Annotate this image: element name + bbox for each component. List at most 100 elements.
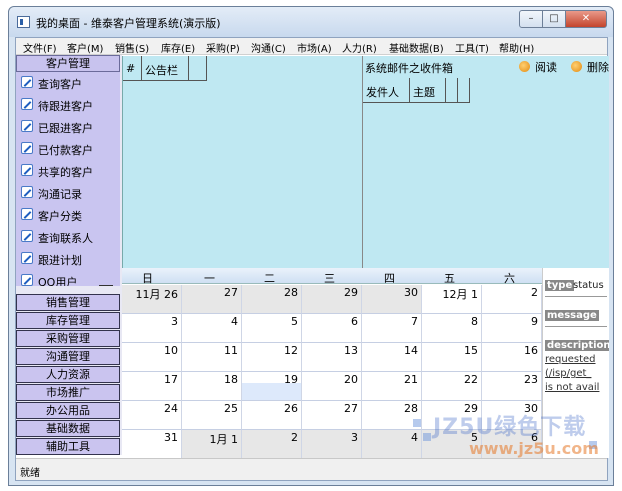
title-bar[interactable]: 我的桌面 - 维泰客户管理系统(演示版) – □ ✕ <box>9 7 613 37</box>
scroll-down-icon[interactable]: ▼ <box>99 285 113 286</box>
nav-category-tools[interactable]: 辅助工具 <box>16 438 120 455</box>
nav-category-office[interactable]: 办公用品 <box>16 402 120 419</box>
menu-hr[interactable]: 人力(R) <box>342 40 377 55</box>
mail-col-empty-2[interactable] <box>458 78 470 103</box>
nav-item-query-customer[interactable]: 查询客户 <box>16 72 120 92</box>
menu-help[interactable]: 帮助(H) <box>499 40 534 55</box>
calendar-day-cell[interactable]: 24 <box>122 401 182 430</box>
menu-file[interactable]: 文件(F) <box>23 40 57 55</box>
nav-item-followed[interactable]: 已跟进客户 <box>16 116 120 136</box>
read-button[interactable]: 阅读 <box>535 59 557 75</box>
menu-tools[interactable]: 工具(T) <box>455 40 489 55</box>
calendar-day-cell[interactable]: 12 <box>242 343 302 372</box>
calendar-day-cell[interactable]: 27 <box>302 401 362 430</box>
calendar-day-number: 11 <box>224 344 238 357</box>
menu-sales[interactable]: 销售(S) <box>115 40 149 55</box>
calendar-day-cell[interactable]: 5 <box>242 314 302 343</box>
menu-market[interactable]: 市场(A) <box>297 40 332 55</box>
calendar-day-cell[interactable]: 3 <box>122 314 182 343</box>
menu-base-data[interactable]: 基础数据(B) <box>389 40 444 55</box>
calendar-day-cell[interactable]: 23 <box>482 372 542 401</box>
calendar-day-cell[interactable]: 10 <box>122 343 182 372</box>
calendar-day-cell[interactable]: 16 <box>482 343 542 372</box>
menu-purchase[interactable]: 采购(P) <box>206 40 240 55</box>
calendar-day-number: 27 <box>344 402 358 415</box>
calendar-day-cell[interactable]: 29 <box>422 401 482 430</box>
calendar-day-cell[interactable]: 4 <box>362 430 422 459</box>
delete-icon[interactable] <box>571 61 582 72</box>
read-icon[interactable] <box>519 61 530 72</box>
calendar-day-cell[interactable]: 30 <box>362 285 422 314</box>
calendar-day-cell[interactable]: 11月 26 <box>122 285 182 314</box>
nav-category-purchase[interactable]: 采购管理 <box>16 330 120 347</box>
calendar-day-cell[interactable]: 1月 1 <box>182 430 242 459</box>
calendar-day-cell[interactable]: 19 <box>242 372 302 401</box>
calendar-day-number: 3 <box>171 315 178 328</box>
calendar-day-cell[interactable]: 31 <box>122 430 182 459</box>
notice-col-empty[interactable] <box>189 56 207 81</box>
calendar-day-cell[interactable]: 5 <box>422 430 482 459</box>
calendar-day-cell[interactable]: 18 <box>182 372 242 401</box>
nav-item-customer-category[interactable]: 客户分类 <box>16 204 120 224</box>
nav-item-pending-follow[interactable]: 待跟进客户 <box>16 94 120 114</box>
close-button[interactable]: ✕ <box>565 10 607 28</box>
calendar-day-cell[interactable]: 25 <box>182 401 242 430</box>
maximize-button[interactable]: □ <box>542 10 566 28</box>
calendar-day-cell[interactable]: 3 <box>302 430 362 459</box>
nav-category-inventory[interactable]: 库存管理 <box>16 312 120 329</box>
calendar-day-cell[interactable]: 17 <box>122 372 182 401</box>
calendar-day-cell[interactable]: 12月 1 <box>422 285 482 314</box>
calendar-day-cell[interactable]: 4 <box>182 314 242 343</box>
nav-category-hr[interactable]: 人力资源 <box>16 366 120 383</box>
calendar-day-cell[interactable]: 27 <box>182 285 242 314</box>
menu-customer[interactable]: 客户(M) <box>67 40 103 55</box>
notice-col-title[interactable]: 公告栏 <box>142 56 189 81</box>
nav-item-follow-plan[interactable]: 跟进计划 <box>16 248 120 268</box>
nav-item-paid[interactable]: 已付款客户 <box>16 138 120 158</box>
error-description-line[interactable]: requested <box>545 354 596 365</box>
calendar-day-cell[interactable]: 8 <box>422 314 482 343</box>
mail-col-subject[interactable]: 主题 <box>410 78 446 103</box>
notice-col-hash[interactable]: # <box>123 56 142 81</box>
calendar-day-cell[interactable]: 15 <box>422 343 482 372</box>
nav-item-query-contact[interactable]: 查询联系人 <box>16 226 120 246</box>
mail-col-empty-1[interactable] <box>446 78 458 103</box>
calendar-day-cell[interactable]: 13 <box>302 343 362 372</box>
error-description-line[interactable]: is not avail <box>545 382 599 393</box>
calendar-day-cell[interactable]: 22 <box>422 372 482 401</box>
nav-item-qq-user[interactable]: QQ用户 <box>16 270 120 286</box>
minimize-button[interactable]: – <box>519 10 543 28</box>
mail-col-sender[interactable]: 发件人 <box>363 78 410 103</box>
calendar-day-cell[interactable]: 20 <box>302 372 362 401</box>
calendar-day-cell[interactable]: 11 <box>182 343 242 372</box>
nav-category-base-data[interactable]: 基础数据 <box>16 420 120 437</box>
calendar-day-cell[interactable]: 7 <box>362 314 422 343</box>
calendar-day-number: 5 <box>291 315 298 328</box>
nav-item-communication-log[interactable]: 沟通记录 <box>16 182 120 202</box>
error-detail-panel: type status message description requeste… <box>542 268 609 458</box>
calendar-day-cell[interactable]: 26 <box>242 401 302 430</box>
calendar-day-cell[interactable]: 29 <box>302 285 362 314</box>
calendar-day-cell[interactable]: 28 <box>362 401 422 430</box>
menu-communication[interactable]: 沟通(C) <box>251 40 286 55</box>
calendar-day-number: 17 <box>164 373 178 386</box>
calendar-day-cell[interactable]: 21 <box>362 372 422 401</box>
nav-category-sales[interactable]: 销售管理 <box>16 294 120 311</box>
delete-button[interactable]: 删除 <box>587 59 609 75</box>
calendar-day-cell[interactable]: 9 <box>482 314 542 343</box>
calendar-day-cell[interactable]: 2 <box>242 430 302 459</box>
link-icon <box>21 274 33 286</box>
calendar-day-cell[interactable]: 30 <box>482 401 542 430</box>
nav-category-communication[interactable]: 沟通管理 <box>16 348 120 365</box>
nav-category-marketing[interactable]: 市场推广 <box>16 384 120 401</box>
calendar-day-cell[interactable]: 28 <box>242 285 302 314</box>
error-description-line[interactable]: (/isp/get_ <box>545 368 591 379</box>
nav-item-shared[interactable]: 共享的客户 <box>16 160 120 180</box>
nav-header-customer-management[interactable]: 客户管理 <box>16 55 120 72</box>
calendar-day-cell[interactable]: 6 <box>482 430 542 459</box>
calendar-day-cell[interactable]: 2 <box>482 285 542 314</box>
calendar-day-cell[interactable]: 6 <box>302 314 362 343</box>
menu-inventory[interactable]: 库存(E) <box>161 40 195 55</box>
app-icon <box>17 16 30 28</box>
calendar-day-cell[interactable]: 14 <box>362 343 422 372</box>
